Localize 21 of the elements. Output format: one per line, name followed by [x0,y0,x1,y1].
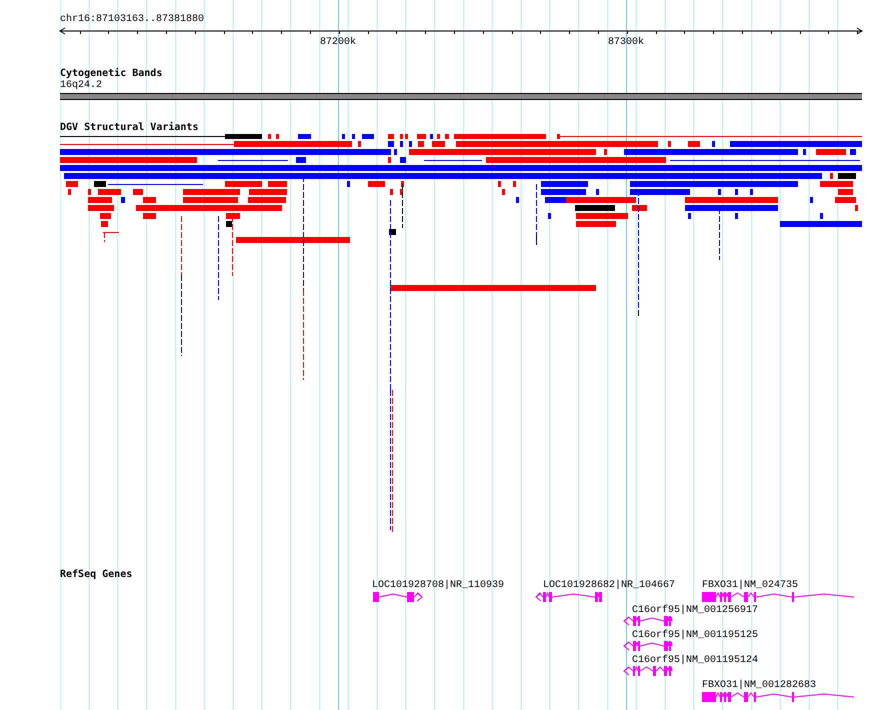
track-title: DGV Structural Variants [60,122,198,134]
band-label: 16q24.2 [60,80,102,92]
gene-label: FBXO31|NM_001282683 [702,680,816,691]
gene-label: C16orf95|NM_001256917 [632,605,758,616]
gene-model-icon [373,592,423,602]
position-label: chr16:87103163..87381880 [60,14,204,26]
gene-model-icon [702,692,854,702]
track-title: RefSeq Genes [60,569,132,581]
gene-model-icon [623,641,672,651]
axis-tick-label: 87200k [320,37,356,48]
gene-label: C16orf95|NM_001195124 [632,655,758,666]
gene-label: FBXO31|NM_024735 [702,580,798,591]
gene-model-icon [702,592,854,602]
gene-label: LOC101928682|NR_104667 [543,580,676,591]
gene-label: LOC101928708|NR_110939 [372,580,504,591]
gene-label: C16orf95|NM_001195125 [632,630,758,641]
axis-tick-label: 87300k [608,37,644,48]
gene-model-icon [535,592,602,602]
track-title: Cytogenetic Bands [60,68,162,80]
gene-model-icon [623,616,672,626]
gene-model-icon [623,666,672,676]
